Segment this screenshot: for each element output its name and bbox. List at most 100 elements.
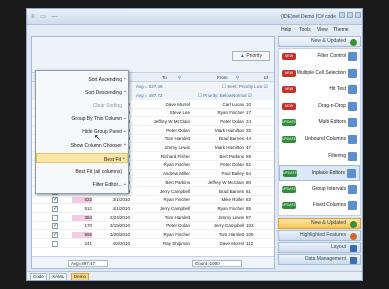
minimize-icon[interactable] <box>339 12 345 18</box>
row-checkbox[interactable] <box>52 205 58 212</box>
cell-number: 822 <box>84 197 92 203</box>
cell-id: 47 <box>246 145 252 150</box>
table-row[interactable]: 966 3/20/2010 Ryan Fischer Tom Hamlett105 <box>32 231 274 240</box>
status-badge: UPDATED <box>282 119 299 127</box>
cell-to: Dave Murrel <box>219 240 244 246</box>
demo-item[interactable]: UPDATED Inplace Editors <box>279 165 360 182</box>
demo-label: Hit Test <box>329 86 346 93</box>
table-row[interactable]: 241 4/3/2010 Ray Shipman Dave Murrel 112 <box>32 239 274 248</box>
sort-asc-icon: ▪ <box>124 76 126 82</box>
cell-id: 24 <box>246 118 252 124</box>
cell-from: Ray Shipman <box>162 240 190 246</box>
demo-item[interactable]: NEW Filter Control <box>279 49 360 65</box>
tab-demo[interactable]: Demo <box>71 273 90 280</box>
demo-list: NEW Filter Control NEW Multiple Cell Select… <box>278 48 361 216</box>
menu-bar: Help Tools View Theme <box>27 25 362 35</box>
context-menu-item[interactable]: Show Column Chooser ▪ <box>36 140 128 150</box>
demo-icon <box>347 169 356 179</box>
menu-view[interactable]: View <box>317 27 328 33</box>
status-bar: Code XAML Demo <box>27 271 362 280</box>
demo-item[interactable]: UPDATED Unbound Columns <box>279 132 360 148</box>
context-menu-item[interactable]: Best Fit (all columns) <box>36 166 128 176</box>
table-row[interactable]: 384 2/24/2010 Tom Hamlett Jimmy Lewis 87 <box>32 213 274 222</box>
row-checkbox[interactable] <box>52 222 58 230</box>
section-new-updated-header[interactable]: New & Updated <box>278 36 361 47</box>
demo-item[interactable]: UPDATED Multi Editors <box>279 115 360 131</box>
chooser-icon: ▪ <box>124 142 126 148</box>
row-checkbox[interactable] <box>52 214 58 221</box>
menu-help[interactable]: Help <box>281 27 291 33</box>
menu-tools[interactable]: Tools <box>299 27 311 33</box>
cell-date: 4/3/2010 <box>112 240 130 246</box>
status-badge: NEW <box>282 86 296 94</box>
context-menu-item[interactable]: Sort Ascending ▪ <box>36 74 128 84</box>
demo-item[interactable]: UPDATED Fixed Columns <box>279 198 360 214</box>
table-row[interactable]: 822 3/1/2010 Ryan Fischer Mike Roller83 <box>32 196 274 205</box>
tab-code[interactable]: Code <box>30 273 47 280</box>
menu-theme[interactable]: Theme <box>333 27 349 33</box>
cell-from: Jeffrey W McClain <box>153 118 190 124</box>
close-icon[interactable] <box>355 12 361 18</box>
window-controls[interactable] <box>339 12 361 18</box>
cell-from: Peter Dolan <box>166 127 190 133</box>
priority-group-button[interactable]: ▲ Priority <box>232 51 270 61</box>
row-checkbox[interactable] <box>52 231 58 238</box>
mouse-cursor-icon: ↖ <box>94 133 101 142</box>
demo-item[interactable]: NEW Hit Test <box>279 82 360 98</box>
cell-id: 59 <box>246 153 252 159</box>
cell-number: 966 <box>84 232 92 237</box>
context-menu-item[interactable]: Filter Editor... ▪ <box>36 180 128 190</box>
menu-item-label: Show Column Chooser <box>70 142 122 149</box>
demo-item[interactable]: NEW Multiple Cell Selection <box>279 66 360 82</box>
context-menu-item[interactable]: Group By This Column ▪ <box>36 114 128 124</box>
demo-item[interactable]: Filtering <box>279 149 360 165</box>
filter-icon[interactable]: ⚲ <box>178 75 181 81</box>
context-menu-item[interactable]: Best Fit ▪ <box>36 153 128 164</box>
demo-item[interactable]: UPDATED Group Intervals <box>279 182 360 198</box>
tab-xaml[interactable]: XAML <box>49 273 68 280</box>
section-data-management[interactable]: Data Management <box>278 254 361 265</box>
cell-id: 105 <box>246 232 254 237</box>
filter-icon[interactable]: ⚲ <box>236 75 239 81</box>
quick-access-icons[interactable]: ≡ ▭ — <box>31 13 60 20</box>
context-menu-item[interactable]: Hide Group Panel ▪ <box>36 127 128 137</box>
cell-id: 112 <box>246 240 254 246</box>
cell-to: Peter Dolan <box>220 118 244 124</box>
col-id[interactable]: Id <box>264 75 268 80</box>
col-to[interactable]: To <box>162 75 167 80</box>
layout-icon <box>350 245 357 252</box>
context-menu-item[interactable]: Sort Descending ▪ <box>36 87 128 97</box>
menu-item-label: Best Fit (all columns) <box>75 168 122 175</box>
cell-to: Bert Parkins <box>219 153 244 159</box>
menu-item-label: Hide Group Panel <box>82 129 122 136</box>
row-checkbox[interactable] <box>52 240 58 247</box>
table-row[interactable]: 170 3/19/2010 Peter Dolan Jerry Campbell103 <box>32 222 274 231</box>
menu-item-label: Filter Editor... <box>92 182 122 189</box>
cell-id: 87 <box>246 214 252 220</box>
cell-from: Jerry Campbell <box>159 205 190 211</box>
demo-label: Multiple Cell Selection <box>296 69 346 76</box>
demo-label: Filter Control <box>317 53 346 59</box>
section-layout[interactable]: Layout <box>278 242 361 253</box>
cell-id: 64 <box>246 171 252 177</box>
cell-to: Jerry Campbell <box>213 223 244 229</box>
bestfit-icon: ▪ <box>123 156 125 163</box>
sort-desc-icon: ▪ <box>124 89 126 96</box>
maximize-icon[interactable] <box>347 12 353 18</box>
section-highlighted-features[interactable]: Highlighted Features <box>278 230 361 241</box>
column-context-menu: Sort Ascending ▪ Sort Descending ▪ Clear Sor… <box>35 70 129 194</box>
col-from[interactable]: From <box>217 75 228 80</box>
cell-from: Jerry Campbell <box>159 188 190 194</box>
collapse-icon <box>350 39 357 46</box>
section-new-updated[interactable]: New & Updated <box>278 218 361 229</box>
demo-item[interactable]: NEW Drag-n-Drop <box>279 99 360 115</box>
cell-from: Ryan Fischer <box>163 232 190 237</box>
context-menu-item[interactable]: Clear Sorting <box>36 100 128 110</box>
cell-id: 17 <box>246 110 252 116</box>
count-summary: Count=1000 <box>192 260 242 267</box>
table-row[interactable]: 512 4/1/2010 Jerry Campbell Ryan Fischer85 <box>32 204 274 214</box>
row-checkbox[interactable] <box>52 196 58 204</box>
database-icon <box>350 257 357 264</box>
demo-icon <box>348 52 357 61</box>
cell-date: 3/20/2010 <box>109 232 130 237</box>
